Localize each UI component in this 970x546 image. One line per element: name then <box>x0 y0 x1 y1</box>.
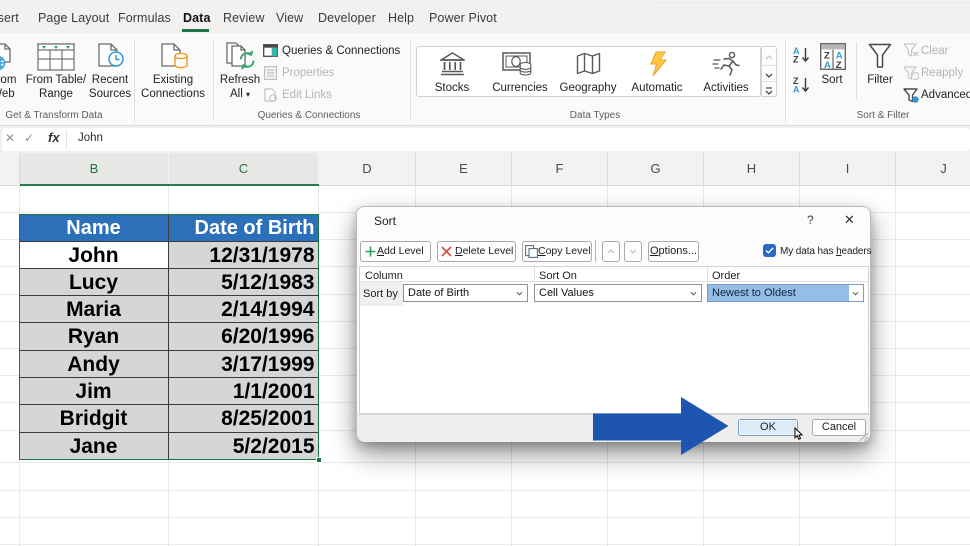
svg-text:A: A <box>793 85 800 94</box>
svg-text:Z: Z <box>793 55 799 64</box>
svg-text:A: A <box>824 60 831 70</box>
svg-text:Z: Z <box>836 60 842 70</box>
